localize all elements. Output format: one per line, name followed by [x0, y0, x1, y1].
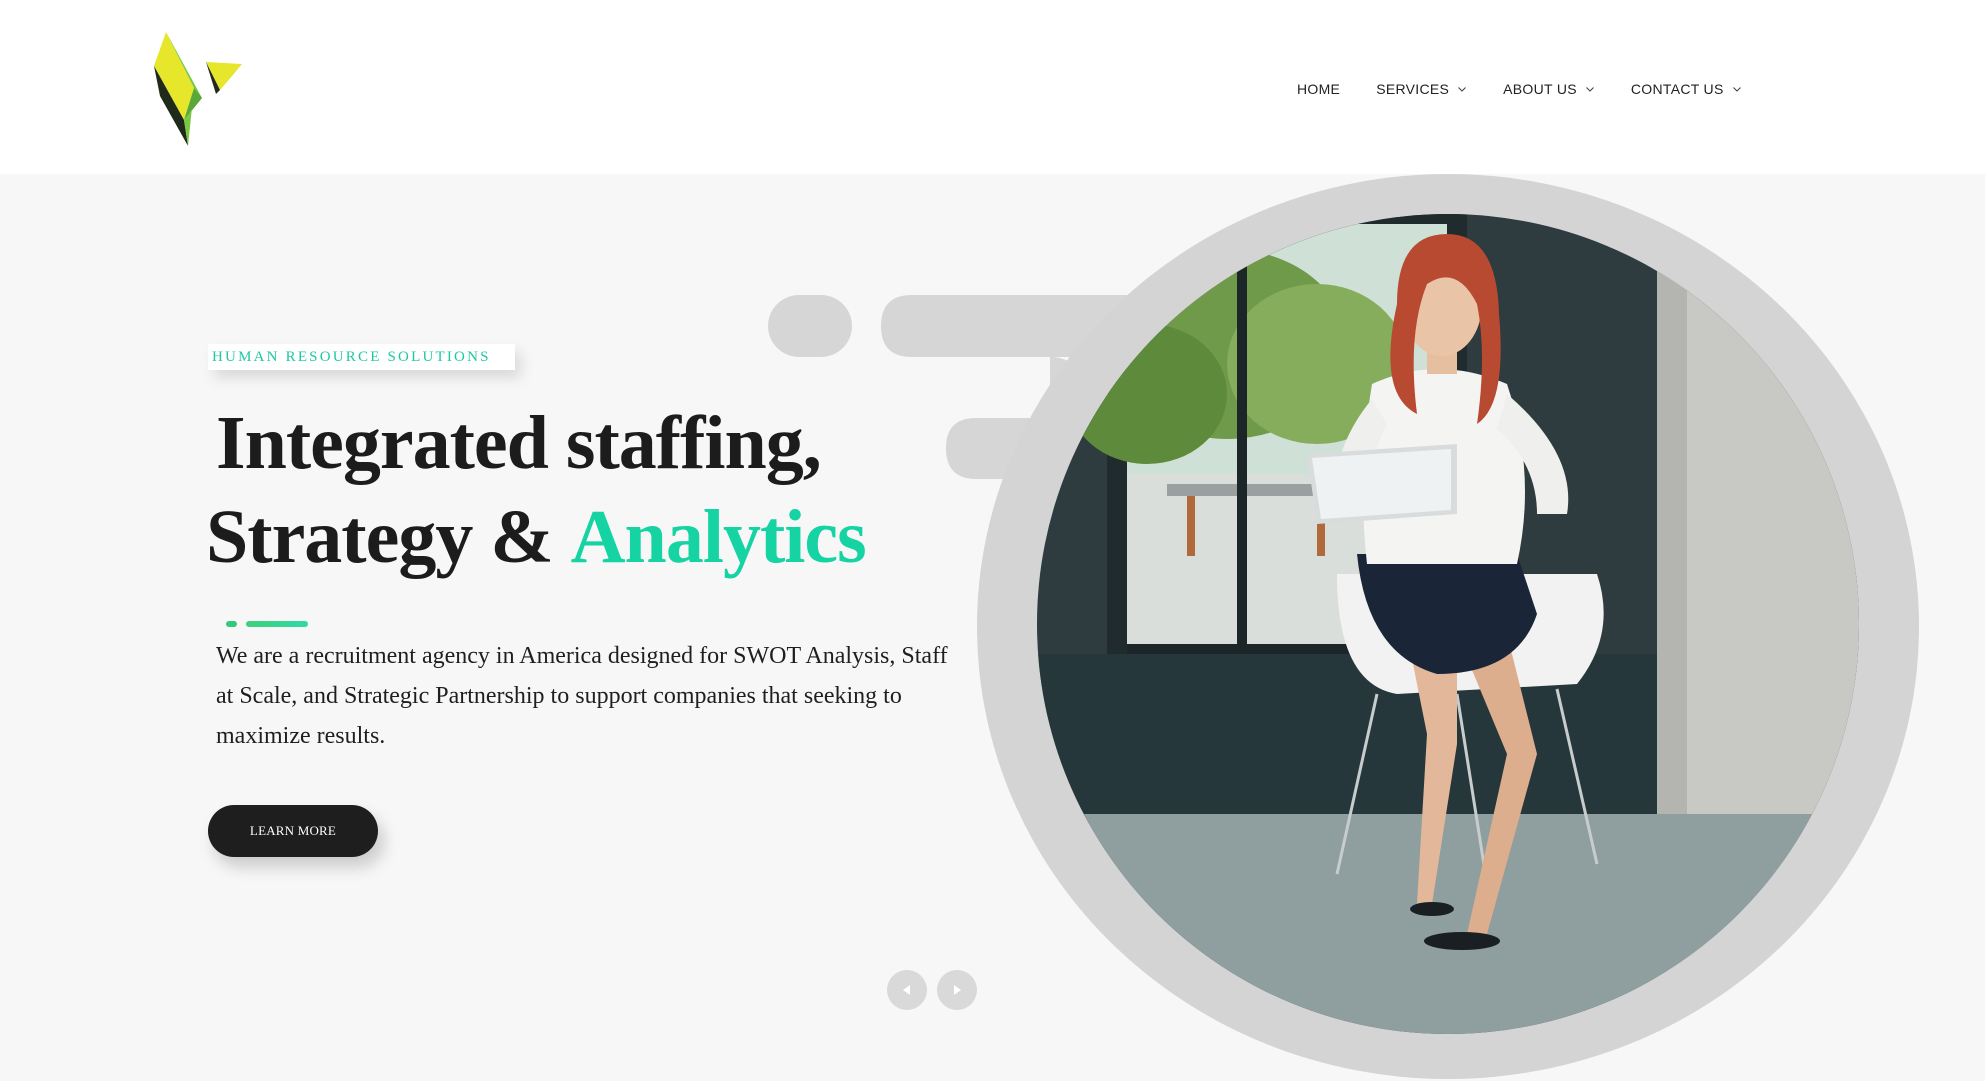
- hero-section: HUMAN RESOURCE SOLUTIONS Integrated staf…: [0, 174, 1985, 1081]
- headline-line-2: Strategy & Analytics: [206, 490, 966, 584]
- hero-description: We are a recruitment agency in America d…: [216, 643, 948, 749]
- slider-arrows: [887, 970, 987, 1010]
- headline-line-1: Integrated staffing,: [216, 401, 822, 485]
- nav-home[interactable]: HOME: [1297, 78, 1340, 100]
- chevron-down-icon: [1732, 87, 1741, 92]
- accent-divider: [226, 621, 308, 627]
- chevron-down-icon: [1458, 87, 1467, 92]
- accent-dot: [226, 621, 237, 627]
- nav-services[interactable]: SERVICES: [1376, 78, 1467, 100]
- nav-services-label: SERVICES: [1376, 81, 1450, 97]
- accent-line: [246, 621, 308, 627]
- learn-more-button[interactable]: LEARN MORE: [208, 805, 378, 857]
- slider-next-button[interactable]: [937, 970, 977, 1010]
- site-header: HOME SERVICES ABOUT US CONTACT US: [0, 0, 1985, 174]
- tagline-badge: HUMAN RESOURCE SOLUTIONS: [208, 344, 515, 370]
- chevron-down-icon: [1585, 87, 1594, 92]
- headline-line-2-text: Strategy &: [206, 495, 554, 579]
- tagline: HUMAN RESOURCE SOLUTIONS: [212, 348, 491, 365]
- woman-with-tablet-illustration: [1037, 214, 1859, 1034]
- nav-about-us-label: ABOUT US: [1503, 81, 1577, 97]
- headline-accent: Analytics: [570, 495, 867, 579]
- triangle-right-icon: [954, 985, 961, 995]
- nav-home-label: HOME: [1297, 81, 1341, 97]
- slider-prev-button[interactable]: [887, 970, 927, 1010]
- nav-contact-us[interactable]: CONTACT US: [1631, 78, 1742, 100]
- main-nav: HOME SERVICES ABOUT US CONTACT US: [1297, 78, 1778, 100]
- nav-about-us[interactable]: ABOUT US: [1503, 78, 1595, 100]
- hero-headline: Integrated staffing, Strategy & Analytics: [206, 396, 966, 584]
- triangle-left-icon: [903, 985, 910, 995]
- hero-photo: [1037, 214, 1859, 1034]
- nav-contact-us-label: CONTACT US: [1630, 81, 1724, 97]
- brand-logo[interactable]: [150, 28, 242, 146]
